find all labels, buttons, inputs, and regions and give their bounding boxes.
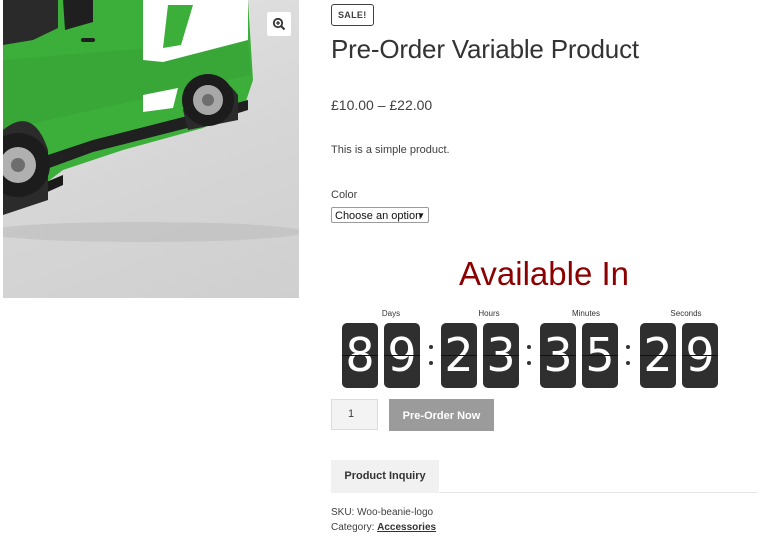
pre-order-button[interactable]: Pre-Order Now [389, 399, 494, 431]
sku-label: SKU: [331, 507, 358, 518]
product-category: Category: Accessories [331, 522, 436, 533]
product-price: £10.00 – £22.00 [331, 97, 433, 113]
product-image[interactable] [3, 0, 299, 298]
van-illustration [3, 0, 299, 242]
countdown-digit: 3 [483, 323, 519, 388]
tab-product-inquiry[interactable]: Product Inquiry [331, 460, 439, 493]
countdown-digit: 2 [640, 323, 676, 388]
dropdown-arrow-icon: ▼ [417, 211, 425, 220]
quantity-input[interactable]: 1 [331, 399, 378, 430]
color-select[interactable]: Choose an option ▼ [331, 207, 429, 223]
countdown-digit: 9 [682, 323, 718, 388]
countdown-digit: 8 [342, 323, 378, 388]
countdown-digit: 3 [540, 323, 576, 388]
countdown-minutes-label: Minutes [571, 309, 600, 318]
category-link[interactable]: Accessories [377, 522, 436, 533]
countdown-days-label: Days [381, 309, 401, 318]
category-label: Category: [331, 522, 378, 533]
color-select-value: Choose an option [335, 210, 422, 222]
zoom-button[interactable] [267, 12, 291, 36]
product-title: Pre-Order Variable Product [331, 34, 639, 64]
sale-badge: SALE! [331, 4, 374, 26]
countdown-digit: 9 [384, 323, 420, 388]
countdown-separator [526, 341, 532, 369]
countdown-separator [428, 341, 434, 369]
countdown-digit: 2 [441, 323, 477, 388]
countdown-digit: 5 [582, 323, 618, 388]
countdown-separator [625, 341, 631, 369]
product-sku: SKU: Woo-beanie-logo [331, 507, 433, 518]
countdown-hours-label: Hours [478, 309, 500, 318]
countdown-seconds-label: Seconds [670, 309, 702, 318]
magnifier-plus-icon [272, 17, 286, 31]
color-attribute-label: Color [331, 189, 358, 201]
sku-value: Woo-beanie-logo [357, 507, 434, 518]
product-short-description: This is a simple product. [331, 144, 450, 156]
available-in-heading: Available In [458, 255, 629, 292]
